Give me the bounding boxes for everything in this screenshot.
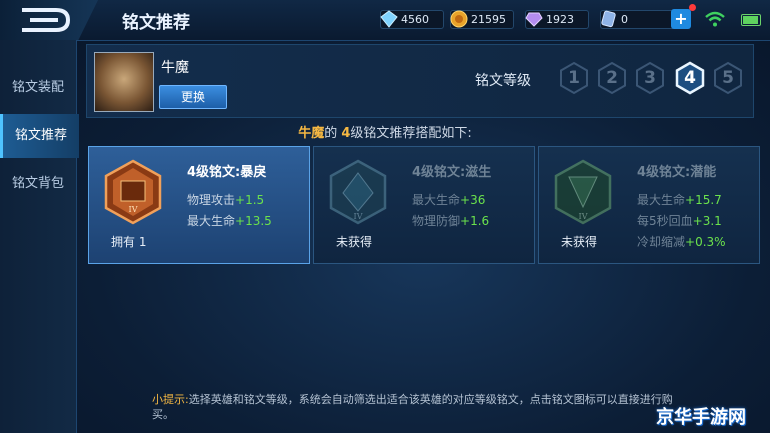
rune-name: 4级铭文:滋生 <box>412 165 492 180</box>
watermark-logo: 京华手游网 <box>656 407 746 428</box>
rune-stat-row: 物理攻击+1.5 <box>187 193 265 207</box>
level-option-4[interactable]: 4 <box>673 61 707 95</box>
rune-stat-row: 最大生命+36 <box>412 193 486 207</box>
sidebar: 铭文装配 铭文推荐 铭文背包 <box>0 40 79 433</box>
gem-icon <box>525 12 543 27</box>
battery-icon <box>741 14 761 26</box>
tip-text: 小提示:选择英雄和铭文等级，系统会自动筛选出适合该英雄的对应等级铭文，点击铭文图… <box>152 392 692 422</box>
rune-stat-row: 最大生命+13.5 <box>187 214 272 228</box>
hero-avatar[interactable] <box>94 52 154 112</box>
svg-text:IV: IV <box>129 205 138 214</box>
svg-text:IV: IV <box>354 212 363 221</box>
rune-icon-zisheng[interactable]: IV <box>328 159 388 225</box>
level-option-3[interactable]: 3 <box>633 61 667 95</box>
not-obtained-label: 未获得 <box>561 235 598 249</box>
rune-card-zisheng[interactable]: IV 4级铭文:滋生 最大生命+36 物理防御+1.6 未获得 <box>313 146 535 264</box>
gold-counter: 21595 <box>450 9 514 29</box>
rune-stat-row: 每5秒回血+3.1 <box>637 214 722 228</box>
rune-name: 4级铭文:暴戾 <box>187 165 267 180</box>
headline-mid: 的 <box>324 126 342 141</box>
rune-icon-qianneng[interactable]: IV <box>553 159 613 225</box>
rune-icon-baoli[interactable]: IV <box>103 159 163 225</box>
rune-card-qianneng[interactable]: IV 4级铭文:潜能 最大生命+15.7 每5秒回血+3.1 冷却缩减+0.3%… <box>538 146 760 264</box>
headline-rest: 级铭文推荐搭配如下: <box>350 126 472 141</box>
owned-count: 拥有 1 <box>111 235 147 249</box>
gem-counter: 1923 <box>525 9 589 29</box>
notification-dot <box>689 4 696 11</box>
tip-key: 小提示: <box>152 393 189 406</box>
level-option-1[interactable]: 1 <box>557 61 591 95</box>
tip-body: 选择英雄和铭文等级，系统会自动筛选出适合该英雄的对应等级铭文，点击铭文图标可以直… <box>152 393 673 421</box>
gold-coin-icon <box>450 10 468 28</box>
hero-name: 牛魔 <box>161 60 189 76</box>
not-obtained-label: 未获得 <box>336 235 373 249</box>
rune-stat-row: 冷却缩减+0.3% <box>637 235 726 249</box>
switch-hero-button[interactable]: 更换 <box>159 85 227 109</box>
sidebar-item-rune-bag[interactable]: 铭文背包 <box>0 162 76 206</box>
voucher-counter: 0 <box>600 9 676 29</box>
rune-name: 4级铭文:潜能 <box>637 165 717 180</box>
sidebar-item-rune-equip[interactable]: 铭文装配 <box>0 66 76 110</box>
diamond-icon <box>380 10 398 28</box>
level-option-2[interactable]: 2 <box>595 61 629 95</box>
level-option-5[interactable]: 5 <box>711 61 745 95</box>
diamond-counter: 4560 <box>380 9 444 29</box>
recharge-plus-button[interactable]: + <box>671 9 691 29</box>
rune-stat-row: 最大生命+15.7 <box>637 193 722 207</box>
back-button[interactable] <box>0 0 98 40</box>
rune-card-baoli[interactable]: IV 4级铭文:暴戾 物理攻击+1.5 最大生命+13.5 拥有 1 <box>88 146 310 264</box>
hero-panel: 牛魔 更换 铭文等级 1 2 3 4 5 <box>86 44 754 118</box>
voucher-icon <box>601 10 616 28</box>
recommend-headline: 牛魔的 4级铭文推荐搭配如下: <box>0 122 770 141</box>
wifi-icon <box>705 11 725 27</box>
headline-hero: 牛魔 <box>298 126 325 141</box>
back-arrow-icon <box>22 8 71 32</box>
rune-stat-row: 物理防御+1.6 <box>412 214 490 228</box>
page-title: 铭文推荐 <box>122 13 190 33</box>
top-bar: 铭文推荐 4560 21595 1923 0 + <box>0 0 770 41</box>
svg-text:IV: IV <box>579 212 588 221</box>
rune-level-label: 铭文等级 <box>475 73 531 89</box>
